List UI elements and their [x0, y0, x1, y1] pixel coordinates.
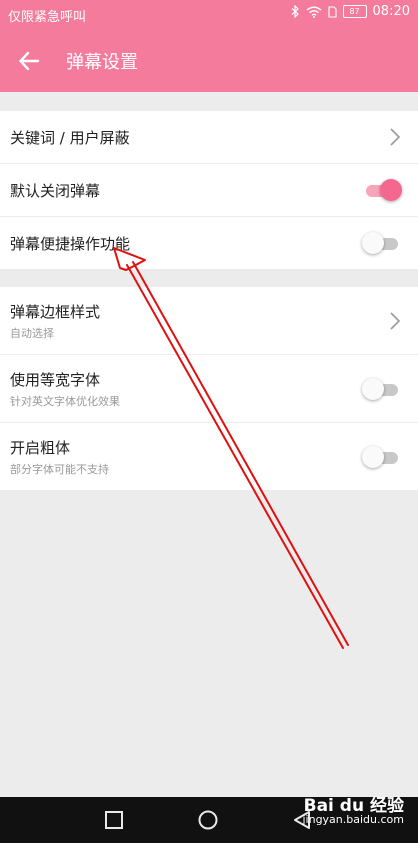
bluetooth-icon	[291, 5, 300, 18]
danmaku-quick-action-toggle[interactable]	[362, 232, 402, 254]
monospace-font-row: 使用等宽字体 针对英文字体优化效果	[0, 355, 418, 423]
watermark-url: jingyan.baidu.com	[302, 813, 404, 826]
default-close-danmaku-row: 默认关闭弹幕	[0, 164, 418, 217]
bold-font-row: 开启粗体 部分字体可能不支持	[0, 423, 418, 490]
row-label: 弹幕便捷操作功能	[10, 235, 131, 253]
row-label: 开启粗体	[10, 439, 71, 457]
recents-square-icon[interactable]	[104, 810, 124, 830]
bold-font-toggle[interactable]	[362, 446, 402, 468]
baidu-jingyan-watermark: Bai du 经验 jingyan.baidu.com	[302, 796, 404, 827]
toggle-knob	[362, 378, 384, 400]
back-button[interactable]	[12, 44, 46, 78]
row-label: 弹幕边框样式	[10, 303, 101, 321]
status-bar: 仅限紧急呼叫 87 08:20	[0, 0, 418, 28]
row-subtitle: 自动选择	[10, 327, 54, 340]
watermark-logo-text: Bai du 经验	[303, 796, 404, 816]
settings-group-danmaku-basic: 关键词 / 用户屏蔽 默认关闭弹幕 弹幕便捷操作功能	[0, 111, 418, 269]
toggle-knob	[362, 232, 384, 254]
carrier-text: 仅限紧急呼叫	[8, 10, 87, 25]
row-label: 关键词 / 用户屏蔽	[10, 129, 130, 147]
page-title: 弹幕设置	[66, 52, 138, 73]
arrow-left-icon	[19, 51, 40, 71]
wifi-icon	[306, 6, 322, 18]
app-bar: 弹幕设置	[0, 28, 418, 92]
chevron-right-icon	[390, 128, 401, 146]
battery-icon: 87	[342, 5, 367, 18]
keyword-user-block-row[interactable]: 关键词 / 用户屏蔽	[0, 111, 418, 164]
home-circle-icon[interactable]	[198, 810, 218, 830]
clock: 08:20	[372, 4, 410, 19]
row-label: 使用等宽字体	[10, 371, 101, 389]
status-icons: 87 08:20	[291, 4, 410, 19]
settings-group-danmaku-style: 弹幕边框样式 自动选择 使用等宽字体 针对英文字体优化效果 开启粗体 部分字体可…	[0, 287, 418, 490]
sim-icon	[327, 5, 337, 18]
danmaku-border-style-row[interactable]: 弹幕边框样式 自动选择	[0, 287, 418, 355]
row-subtitle: 针对英文字体优化效果	[10, 395, 120, 408]
danmaku-quick-action-row: 弹幕便捷操作功能	[0, 217, 418, 269]
chevron-right-icon	[390, 312, 401, 330]
toggle-knob	[362, 446, 384, 468]
row-subtitle: 部分字体可能不支持	[10, 463, 109, 476]
monospace-font-toggle[interactable]	[362, 378, 402, 400]
toggle-knob	[380, 179, 402, 201]
default-close-danmaku-toggle[interactable]	[362, 179, 402, 201]
row-label: 默认关闭弹幕	[10, 182, 101, 200]
